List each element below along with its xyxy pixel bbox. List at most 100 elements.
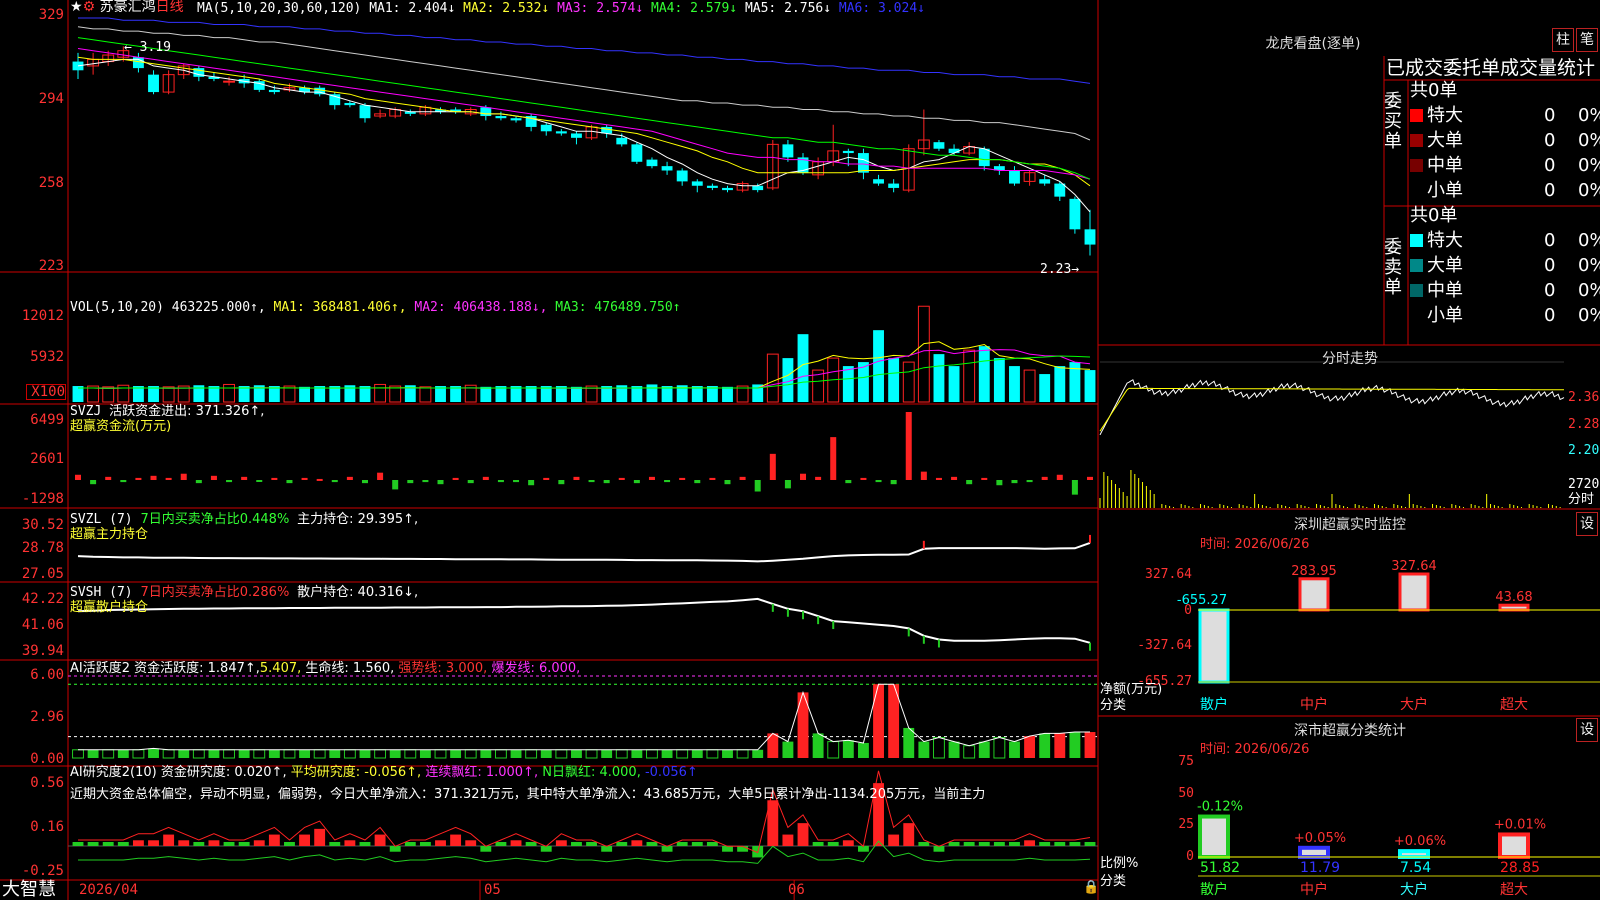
volume-bar[interactable] (1039, 374, 1051, 402)
activity-bar[interactable] (918, 741, 930, 758)
candle-down[interactable] (752, 185, 764, 191)
classify-bar[interactable] (1398, 849, 1430, 860)
capital-flow-bar[interactable] (1026, 480, 1033, 483)
volume-bar[interactable] (223, 383, 235, 403)
capital-flow-bar[interactable] (331, 480, 338, 483)
activity-bar[interactable] (510, 749, 522, 758)
volume-bar[interactable] (102, 386, 115, 403)
research-bar[interactable] (435, 840, 446, 846)
research-bar[interactable] (314, 828, 326, 846)
capital-flow-bar[interactable] (377, 472, 384, 480)
candle-down[interactable] (148, 74, 159, 93)
activity-bar[interactable] (993, 737, 1006, 759)
activity-bar[interactable] (540, 749, 552, 758)
candle-down[interactable] (540, 124, 552, 132)
research-bar[interactable] (842, 840, 854, 846)
activity-bar[interactable] (419, 749, 431, 758)
research-bar[interactable] (903, 823, 915, 846)
activity-bar[interactable] (842, 740, 854, 758)
capital-flow-bar[interactable] (603, 480, 610, 484)
research-bar[interactable] (571, 842, 582, 846)
volume-bar[interactable] (842, 366, 854, 402)
capital-flow-bar[interactable] (784, 480, 791, 489)
volume-bar[interactable] (162, 386, 175, 403)
research-bar[interactable] (480, 846, 492, 852)
research-bar[interactable] (1024, 840, 1036, 846)
monitor-bar[interactable] (1398, 572, 1430, 612)
research-bar[interactable] (253, 840, 265, 846)
capital-flow-bar[interactable] (1041, 476, 1048, 480)
capital-flow-bar[interactable] (195, 480, 202, 484)
research-bar[interactable] (148, 840, 159, 846)
activity-bar[interactable] (359, 749, 371, 758)
research-bar[interactable] (510, 840, 522, 846)
capital-flow-bar[interactable] (392, 480, 399, 490)
volume-bar[interactable] (1054, 366, 1066, 402)
capital-flow-bar[interactable] (724, 480, 731, 485)
activity-bar[interactable] (601, 749, 613, 758)
research-bar[interactable] (450, 834, 462, 846)
candle-down[interactable] (480, 107, 492, 117)
capital-flow-bar[interactable] (407, 480, 414, 484)
research-bar[interactable] (827, 842, 839, 846)
capital-flow-bar[interactable] (543, 477, 550, 480)
research-bar[interactable] (601, 846, 613, 852)
activity-bar[interactable] (148, 748, 159, 758)
candle-down[interactable] (72, 61, 84, 71)
candle-down[interactable] (495, 116, 507, 119)
activity-bar[interactable] (223, 749, 235, 759)
lock-icon[interactable]: 🔒 (1083, 880, 1099, 895)
candle-down[interactable] (842, 150, 854, 154)
capital-flow-bar[interactable] (694, 480, 701, 484)
research-bar[interactable] (691, 842, 703, 846)
activity-bar[interactable] (192, 749, 205, 759)
activity-bar[interactable] (389, 749, 401, 758)
activity-bar[interactable] (615, 749, 628, 759)
volume-bar[interactable] (933, 354, 945, 402)
research-bar[interactable] (72, 842, 84, 846)
activity-bar[interactable] (434, 749, 447, 759)
capital-flow-bar[interactable] (664, 480, 671, 483)
research-bar[interactable] (419, 842, 431, 846)
research-bar[interactable] (737, 846, 749, 852)
research-bar[interactable] (102, 842, 114, 846)
activity-bar[interactable] (706, 749, 719, 759)
candle-down[interactable] (1069, 198, 1081, 230)
research-bar[interactable] (933, 846, 945, 852)
activity-bar[interactable] (933, 737, 945, 759)
classify-bar[interactable] (1198, 814, 1230, 859)
capital-flow-bar[interactable] (754, 480, 761, 492)
capital-flow-bar[interactable] (875, 480, 882, 483)
activity-bar[interactable] (162, 749, 175, 759)
bar-mode-button[interactable]: 柱 (1552, 28, 1574, 52)
candle-down[interactable] (722, 187, 733, 191)
capital-flow-bar[interactable] (996, 480, 1003, 486)
activity-bar[interactable] (948, 741, 960, 758)
volume-bar[interactable] (646, 384, 658, 402)
capital-flow-bar[interactable] (150, 475, 157, 480)
vol-unit-label[interactable]: X100 (26, 384, 66, 400)
capital-flow-bar[interactable] (1011, 480, 1018, 484)
capital-flow-bar[interactable] (648, 476, 655, 480)
activity-bar[interactable] (268, 749, 280, 758)
activity-bar[interactable] (555, 749, 568, 759)
candle-down[interactable] (510, 118, 522, 121)
capital-flow-bar[interactable] (588, 480, 595, 483)
activity-bar[interactable] (132, 749, 145, 759)
research-bar[interactable] (631, 840, 643, 846)
capital-flow-bar[interactable] (422, 480, 429, 483)
capital-flow-bar[interactable] (210, 475, 217, 480)
volume-bar[interactable] (873, 330, 884, 402)
activity-bar[interactable] (343, 749, 356, 759)
capital-flow-bar[interactable] (935, 477, 942, 480)
candle-down[interactable] (691, 181, 703, 186)
capital-flow-bar[interactable] (256, 480, 263, 482)
activity-bar[interactable] (87, 749, 99, 758)
activity-bar[interactable] (812, 733, 824, 758)
volume-bar[interactable] (1009, 366, 1020, 402)
activity-bar[interactable] (1009, 741, 1020, 758)
candle-up[interactable] (223, 80, 235, 83)
volume-bar[interactable] (722, 386, 733, 402)
candle-down[interactable] (933, 142, 945, 149)
research-bar[interactable] (1039, 842, 1051, 846)
